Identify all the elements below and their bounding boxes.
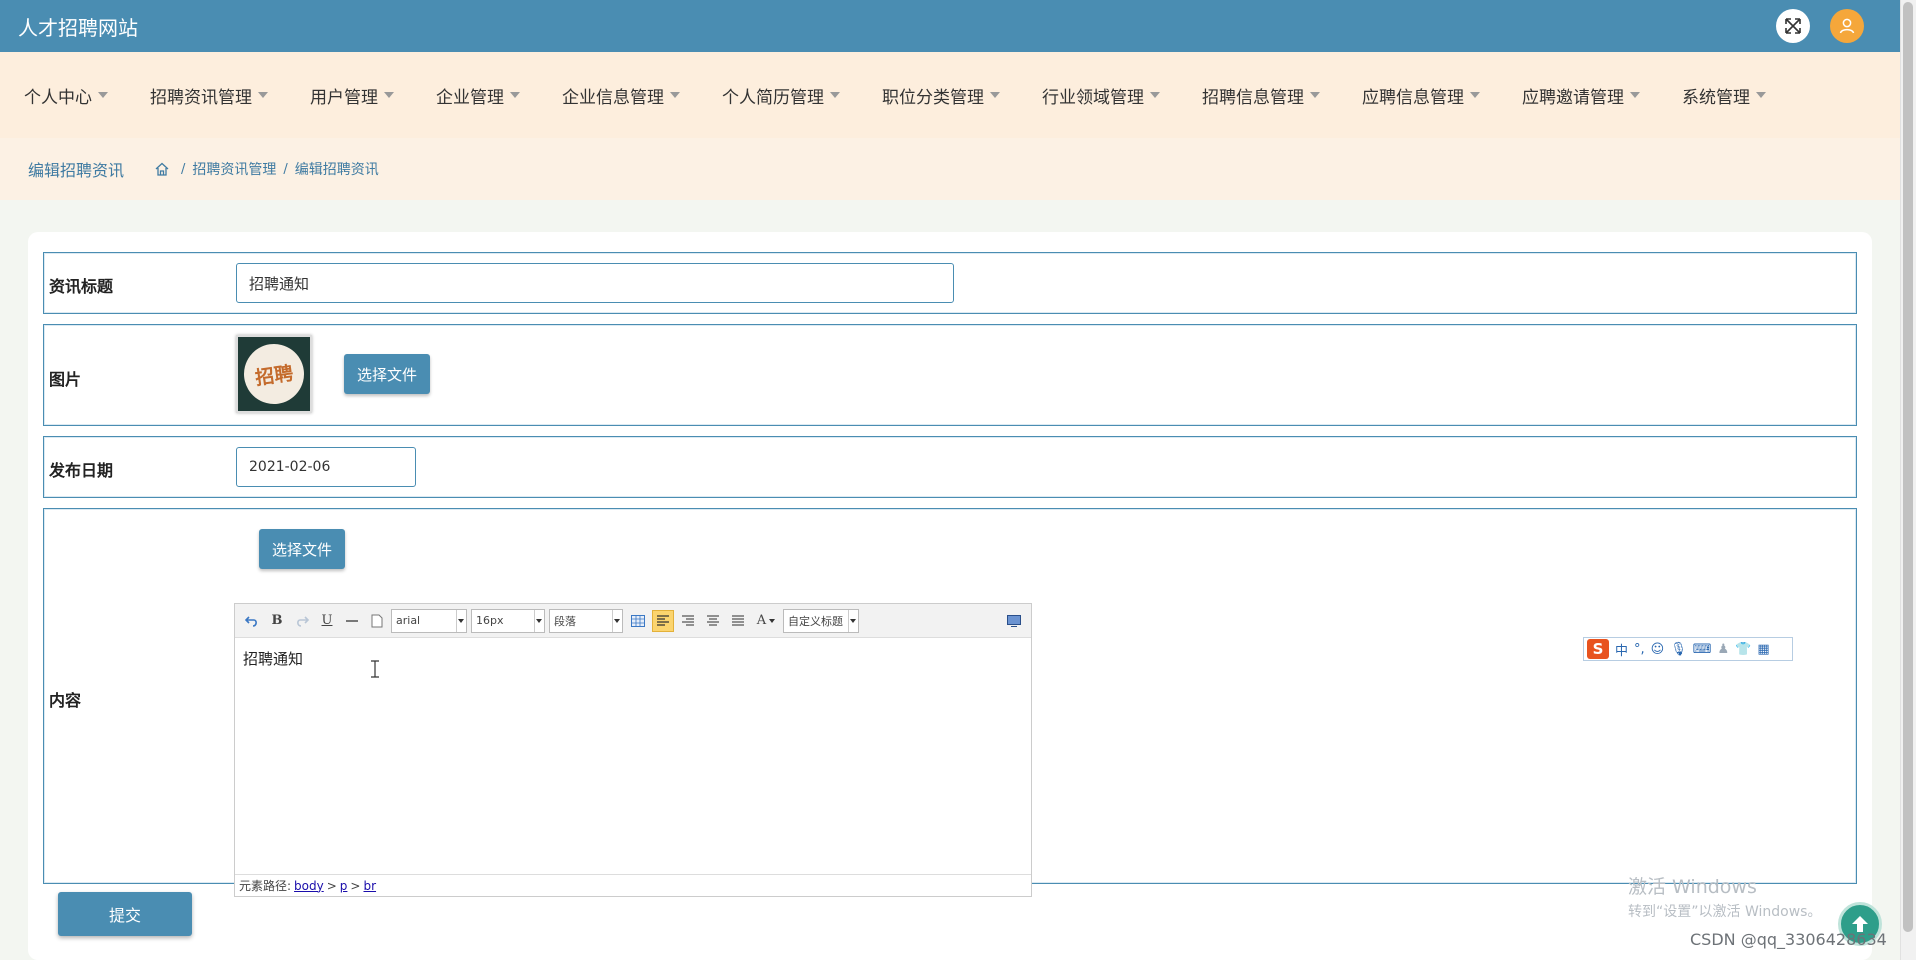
windows-activation-watermark: 激活 Windows 转到“设置”以激活 Windows。 xyxy=(1628,876,1822,920)
caret-down-icon xyxy=(258,92,268,98)
breadcrumb-current: 编辑招聘资讯 xyxy=(294,162,379,178)
caret-down-icon xyxy=(1470,92,1480,98)
title-label: 资讯标题 xyxy=(49,277,114,296)
top-icons xyxy=(1776,9,1864,43)
nav-personal-center[interactable]: 个人中心 xyxy=(24,83,108,108)
home-icon[interactable] xyxy=(154,161,170,177)
custom-title-select[interactable]: 自定义标题 xyxy=(783,608,859,633)
title-row: 资讯标题 招聘通知 xyxy=(43,252,1857,314)
punctuation-icon[interactable]: °, xyxy=(1634,642,1645,657)
preview-icon[interactable] xyxy=(1003,610,1025,632)
breadcrumb: 编辑招聘资讯 / 招聘资讯管理 / 编辑招聘资讯 xyxy=(0,138,1900,200)
nav-system[interactable]: 系统管理 xyxy=(1682,83,1766,108)
caret-down-icon xyxy=(384,92,394,98)
path-link-br[interactable]: br xyxy=(363,879,376,893)
paragraph-select[interactable]: 段落 xyxy=(549,608,623,633)
top-bar: 人才招聘网站 xyxy=(0,0,1900,52)
align-left-icon[interactable] xyxy=(652,609,674,632)
content-label: 内容 xyxy=(49,691,82,710)
main-nav: 个人中心 招聘资讯管理 用户管理 企业管理 企业信息管理 个人简历管理 职位分类… xyxy=(0,52,1900,138)
nav-enterprise[interactable]: 企业管理 xyxy=(436,83,520,108)
align-center-icon[interactable] xyxy=(702,610,724,632)
path-link-p[interactable]: p xyxy=(340,879,348,893)
page-title: 编辑招聘资讯 xyxy=(28,161,125,180)
nav-resume[interactable]: 个人简历管理 xyxy=(722,83,840,108)
dropdown-arrow-icon xyxy=(536,618,542,623)
image-preview[interactable]: 招聘 xyxy=(236,335,312,413)
fullscreen-button[interactable] xyxy=(1776,9,1810,43)
breadcrumb-link-news[interactable]: 招聘资讯管理 xyxy=(192,159,276,179)
nav-application[interactable]: 应聘信息管理 xyxy=(1362,83,1480,108)
date-input[interactable]: 2021-02-06 xyxy=(236,447,416,487)
image-label: 图片 xyxy=(49,370,82,389)
caret-down-icon xyxy=(830,92,840,98)
page-icon[interactable] xyxy=(366,610,388,632)
user-avatar-button[interactable] xyxy=(1830,9,1864,43)
scrollbar-thumb[interactable] xyxy=(1903,2,1913,932)
redo-icon[interactable] xyxy=(291,610,313,632)
nav-industry[interactable]: 行业领域管理 xyxy=(1042,83,1160,108)
caret-down-icon xyxy=(1630,92,1640,98)
user-icon[interactable]: ♟ xyxy=(1718,642,1730,657)
undo-icon[interactable] xyxy=(241,610,263,632)
submit-button[interactable]: 提交 xyxy=(58,892,192,936)
align-justify-icon[interactable] xyxy=(727,610,749,632)
caret-down-icon xyxy=(1310,92,1320,98)
image-thumb-text: 招聘 xyxy=(240,340,308,408)
image-row: 图片 招聘 选择文件 xyxy=(43,324,1857,426)
text-cursor-icon xyxy=(371,660,379,678)
keyboard-icon[interactable]: ⌨ xyxy=(1693,642,1712,657)
nav-recruit-info[interactable]: 招聘信息管理 xyxy=(1202,83,1320,108)
caret-down-icon xyxy=(990,92,1000,98)
breadcrumb-separator: / xyxy=(283,161,288,177)
font-color-icon[interactable]: A xyxy=(752,610,780,632)
breadcrumb-separator: / xyxy=(181,161,186,177)
ime-mode[interactable]: 中 xyxy=(1615,640,1628,659)
nav-invitation[interactable]: 应聘邀请管理 xyxy=(1522,83,1640,108)
date-label: 发布日期 xyxy=(49,461,114,480)
rich-text-editor: B U arial 16px 段落 A 自定义标题 招聘通知 元素路径: bod… xyxy=(234,603,1032,897)
editor-content[interactable]: 招聘通知 xyxy=(235,638,1031,874)
csdn-watermark: CSDN @qq_3306428634 xyxy=(1690,930,1887,949)
dropdown-arrow-icon xyxy=(850,618,856,623)
fullscreen-icon xyxy=(1785,18,1801,34)
path-link-body[interactable]: body xyxy=(294,879,324,893)
font-size-select[interactable]: 16px xyxy=(471,608,545,633)
date-row: 发布日期 2021-02-06 xyxy=(43,436,1857,498)
dropdown-arrow-icon xyxy=(458,618,464,623)
microphone-icon[interactable]: 🎙 xyxy=(1670,642,1687,657)
element-path-bar: 元素路径: body > p > br xyxy=(235,874,1031,896)
horizontal-rule-icon[interactable] xyxy=(341,610,363,632)
nav-users[interactable]: 用户管理 xyxy=(310,83,394,108)
image-choose-file-button[interactable]: 选择文件 xyxy=(344,354,430,394)
nav-enterprise-info[interactable]: 企业信息管理 xyxy=(562,83,680,108)
caret-down-icon xyxy=(510,92,520,98)
underline-icon[interactable]: U xyxy=(316,610,338,632)
bold-icon[interactable]: B xyxy=(266,610,288,632)
site-title: 人才招聘网站 xyxy=(18,15,138,40)
caret-down-icon xyxy=(1756,92,1766,98)
content-row: 内容 选择文件 B U arial 16px 段落 A 自定义标题 招聘通知 元… xyxy=(43,508,1857,897)
title-input[interactable]: 招聘通知 xyxy=(236,263,954,303)
caret-down-icon xyxy=(1150,92,1160,98)
content-choose-file-button[interactable]: 选择文件 xyxy=(259,529,345,569)
dropdown-arrow-icon xyxy=(614,618,620,623)
emoji-icon[interactable]: ☺ xyxy=(1651,642,1665,657)
caret-down-icon xyxy=(670,92,680,98)
nav-job-category[interactable]: 职位分类管理 xyxy=(882,83,1000,108)
user-icon xyxy=(1839,18,1855,34)
ime-toolbar[interactable]: S 中 °, ☺ 🎙 ⌨ ♟ 👕 ▦ xyxy=(1583,637,1793,661)
table-icon[interactable] xyxy=(627,610,649,632)
caret-down-icon xyxy=(98,92,108,98)
sogou-logo-icon: S xyxy=(1587,639,1609,659)
nav-recruit-news[interactable]: 招聘资讯管理 xyxy=(150,83,268,108)
skin-icon[interactable]: 👕 xyxy=(1735,642,1751,657)
grid-icon[interactable]: ▦ xyxy=(1757,642,1769,657)
align-right-icon[interactable] xyxy=(677,610,699,632)
editor-toolbar: B U arial 16px 段落 A 自定义标题 xyxy=(235,604,1031,638)
edit-form-card: 资讯标题 招聘通知 图片 招聘 选择文件 发布日期 2021-02-06 内容 … xyxy=(28,232,1872,960)
font-family-select[interactable]: arial xyxy=(391,608,467,633)
